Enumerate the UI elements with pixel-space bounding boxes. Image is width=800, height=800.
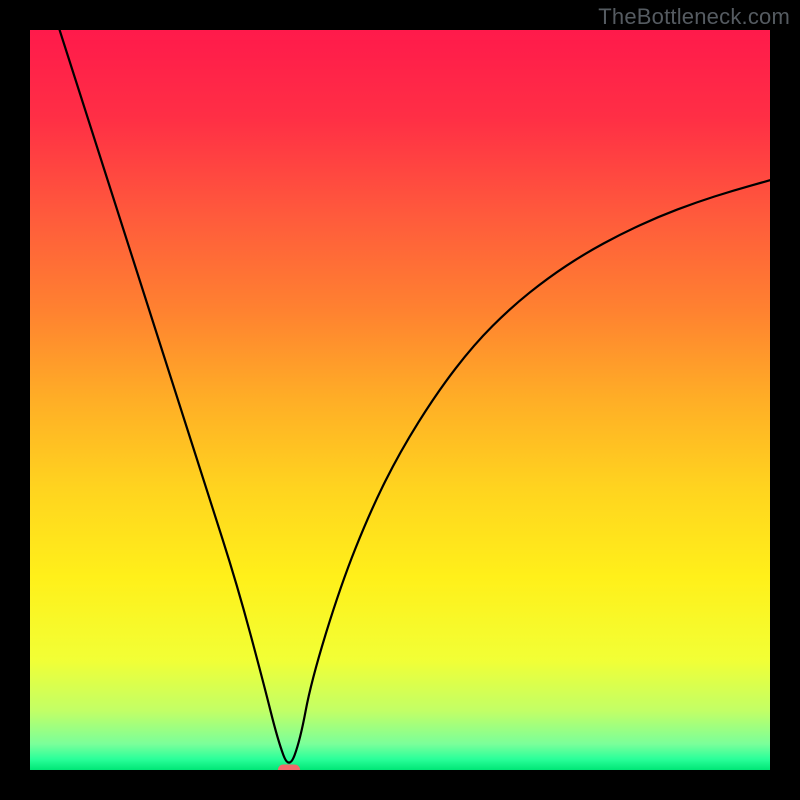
chart-svg [30, 30, 770, 770]
min-marker [278, 764, 300, 770]
chart-container: TheBottleneck.com [0, 0, 800, 800]
plot-area [30, 30, 770, 770]
watermark-text: TheBottleneck.com [598, 4, 790, 30]
gradient-background [30, 30, 770, 770]
